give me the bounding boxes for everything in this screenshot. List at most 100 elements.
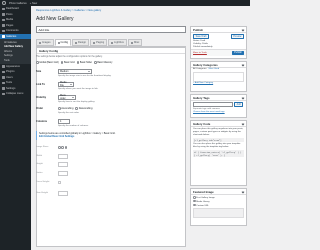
radio-icon[interactable] — [64, 146, 68, 149]
brush-icon — [75, 41, 78, 44]
featured-option-label: First Gallery Image — [196, 196, 215, 199]
template-tag-field[interactable]: if ( function_exists( 'rl_gallery' ) ) {… — [193, 150, 244, 157]
tab-design[interactable]: Design — [72, 39, 90, 46]
gallery-tabs: Images Config Design Paging Lightbox Mis… — [36, 39, 186, 47]
featured-option-label: Custom URL — [196, 204, 209, 207]
sidebar-item-label: Tools — [6, 81, 13, 85]
add-new-category-link[interactable]: + Add New Category — [191, 82, 246, 85]
breadcrumb[interactable]: Responsive Lightbox & Gallery > Gallerie… — [36, 9, 101, 12]
type-option-masonry[interactable]: Basic Masonry — [94, 61, 112, 64]
type-option-slider[interactable]: Basic Slider — [76, 61, 92, 64]
shortcode-help: You can place this gallery anywhere into… — [193, 128, 244, 136]
pages-icon — [2, 24, 5, 27]
chevron-down-icon[interactable] — [241, 63, 245, 66]
columns-input[interactable]: 4 — [58, 119, 70, 124]
add-tag-button[interactable]: Add — [234, 102, 244, 108]
chevron-down-icon[interactable] — [241, 190, 245, 193]
config-heading-text: Gallery Config — [39, 48, 59, 53]
gallery-code-heading-text: Gallery Code — [193, 121, 211, 126]
dashboard-icon — [2, 7, 5, 10]
collapse-icon — [2, 92, 5, 95]
tab-label: Paging — [96, 41, 105, 44]
image-size-label: Image Sizes — [36, 146, 49, 149]
submenu-tools[interactable]: Tools — [0, 58, 31, 63]
preview-button[interactable]: Preview — [230, 34, 244, 40]
gallery-title-input[interactable]: Add title — [36, 26, 186, 33]
gutter-row: Gutter — [36, 171, 68, 176]
radio-icon — [76, 61, 80, 64]
sidebar-item-label: Media — [6, 18, 14, 22]
chevron-down-icon[interactable] — [241, 28, 245, 31]
columns-label: Columns — [36, 119, 48, 123]
radio-icon[interactable] — [61, 146, 64, 149]
sidebar-item-label: Comments — [6, 29, 19, 33]
choose-most-used-tags-link[interactable]: Choose from the most used tags — [191, 111, 246, 114]
appearance-icon — [2, 65, 5, 68]
categories-heading-text: Gallery Categories — [193, 62, 218, 67]
order-desc: Specify the sort order. — [58, 112, 80, 114]
gutter-input[interactable] — [58, 171, 68, 176]
width-input[interactable] — [58, 154, 68, 159]
sidebar-collapse-menu[interactable]: Collapse menu — [0, 91, 31, 97]
force-height-label: Force Height — [36, 181, 50, 184]
featured-image-box: Featured Image First Gallery Image Media… — [190, 188, 247, 226]
height-input[interactable] — [58, 162, 68, 167]
gear-icon — [57, 41, 60, 44]
order-desc-option[interactable]: Descending — [75, 107, 92, 110]
order-label: Order — [36, 107, 44, 110]
shortcode-field[interactable]: [rl_gallery id="1234"] — [193, 138, 244, 142]
type-option-global[interactable]: Global (Basic Grid) — [36, 61, 59, 64]
gallery-type-options: Global (Basic Grid) Basic Grid Basic Sli… — [36, 61, 112, 64]
orderby-select[interactable]: Menu order — [58, 94, 76, 100]
featured-option-url[interactable]: Custom URL — [191, 203, 246, 208]
save-draft-button[interactable]: Save Draft — [193, 34, 210, 40]
link-desc: Specify where you want the image to link… — [58, 88, 99, 90]
columns-desc: Specify the number of columns. — [58, 125, 89, 127]
tags-input[interactable] — [193, 102, 233, 107]
chevron-down-icon[interactable] — [241, 96, 245, 99]
tools-icon — [2, 81, 5, 84]
radio-icon — [75, 107, 78, 110]
categories-box: Gallery Categories All Categories Most U… — [190, 61, 247, 92]
type-option-grid[interactable]: Basic Grid — [60, 61, 75, 64]
gallery-code-heading: Gallery Code — [191, 121, 246, 127]
size-label: Size — [36, 69, 42, 73]
publish-button[interactable]: Publish — [232, 50, 244, 56]
tab-misc[interactable]: Misc — [127, 39, 143, 46]
tags-heading-text: Gallery Tags — [193, 95, 210, 100]
edit-global-settings-link[interactable]: Edit Global Basic Grid Settings — [39, 135, 177, 138]
featured-image-heading-text: Featured Image — [193, 189, 214, 194]
order-asc-option[interactable]: Ascending — [58, 107, 73, 110]
row-height-label: Row Height — [36, 192, 49, 195]
categories-list[interactable] — [193, 71, 244, 82]
publish-footer: Move to Trash Publish — [191, 49, 246, 56]
tab-most-used[interactable]: Most Used — [209, 68, 219, 71]
image-size-row: Image Sizes — [36, 146, 68, 149]
featured-image-preview — [193, 208, 244, 219]
link-select[interactable]: Media File — [58, 81, 74, 88]
gutter-label: Gutter — [36, 172, 43, 175]
tab-label: Images — [42, 41, 51, 44]
link-value: Media File — [60, 81, 67, 88]
tab-lightbox[interactable]: Lightbox — [108, 39, 127, 46]
sidebar-item-label: Settings — [6, 86, 16, 90]
row-height-input[interactable] — [58, 191, 68, 196]
size-select[interactable]: Medium — [58, 69, 92, 74]
tab-config[interactable]: Config — [54, 39, 72, 46]
gallery-icon — [2, 35, 5, 38]
admin-bar-site[interactable]: Photo Galleries — [9, 2, 27, 5]
force-height-checkbox[interactable] — [58, 181, 61, 184]
width-label: Width — [36, 155, 43, 158]
link-label: Link To — [36, 82, 46, 86]
plugins-icon — [2, 70, 5, 73]
tab-all-categories[interactable]: All Categories — [193, 68, 207, 71]
chevron-down-icon[interactable] — [241, 122, 245, 125]
admin-bar-new[interactable]: + New — [30, 2, 37, 5]
radio-icon[interactable] — [58, 146, 61, 149]
move-to-trash-link[interactable]: Move to Trash — [193, 52, 207, 54]
type-option-label: Basic Grid — [64, 61, 75, 64]
wordpress-logo-icon[interactable] — [2, 1, 6, 5]
row-height-row: Row Height — [36, 191, 68, 196]
tab-paging[interactable]: Paging — [90, 39, 108, 46]
tab-images[interactable]: Images — [36, 39, 54, 46]
